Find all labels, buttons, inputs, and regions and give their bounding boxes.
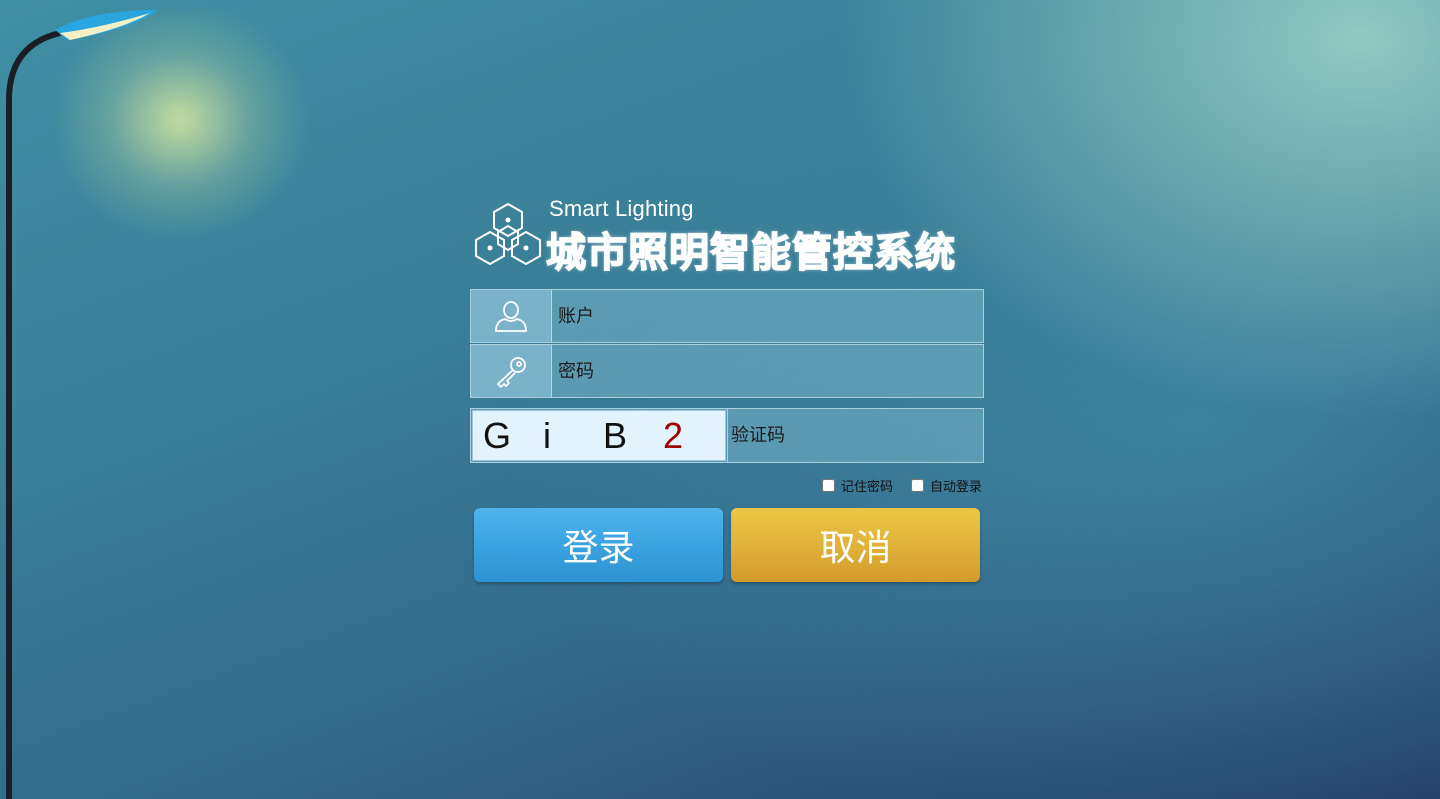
remember-password-checkbox[interactable]	[822, 479, 835, 492]
remember-password-option[interactable]: 记住密码	[822, 476, 893, 495]
logo-title: 城市照明智能管控系统	[545, 229, 956, 277]
login-options: 记住密码 自动登录	[470, 476, 984, 496]
captcha-char: i	[543, 415, 551, 456]
account-input[interactable]	[552, 290, 982, 342]
key-icon	[496, 357, 526, 388]
captcha-char: G	[483, 415, 512, 456]
login-form: G i B 2	[470, 289, 984, 463]
captcha-char: B	[603, 415, 628, 456]
auto-login-option[interactable]: 自动登录	[911, 476, 982, 495]
cancel-button[interactable]: 取消	[731, 508, 980, 582]
logo: Smart Lighting 城市照明智能管控系统	[470, 196, 990, 277]
password-row	[470, 344, 984, 398]
password-input[interactable]	[552, 345, 982, 397]
street-lamp-icon	[6, 10, 158, 799]
captcha-image[interactable]: G i B 2	[472, 410, 726, 461]
login-button[interactable]: 登录	[474, 508, 723, 582]
password-icon-box	[471, 345, 552, 397]
hexagon-cubes-icon	[475, 202, 541, 266]
account-icon-box	[471, 290, 552, 342]
captcha-input[interactable]	[727, 409, 983, 462]
captcha-char: 2	[663, 415, 684, 456]
account-row	[470, 289, 984, 343]
auto-login-label: 自动登录	[930, 480, 983, 495]
captcha-row: G i B 2	[470, 408, 984, 463]
auto-login-checkbox[interactable]	[911, 479, 924, 492]
logo-subtitle: Smart Lighting	[549, 196, 694, 221]
remember-password-label: 记住密码	[841, 480, 894, 495]
user-icon	[495, 301, 527, 332]
